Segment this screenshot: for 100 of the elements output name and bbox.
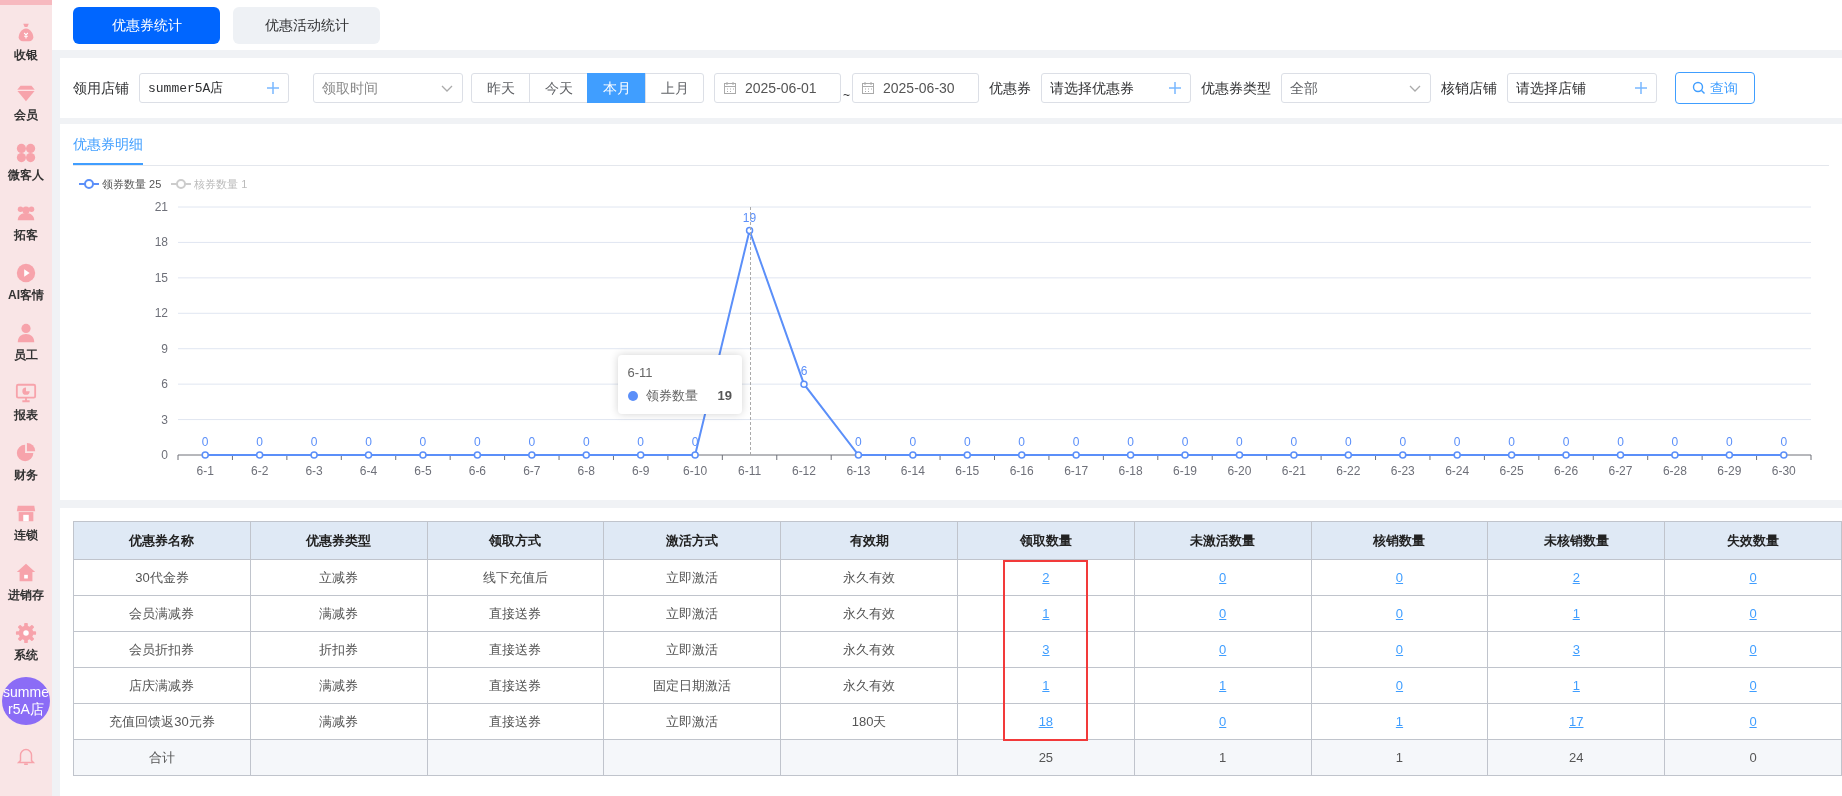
count-link[interactable]: 0: [1749, 641, 1757, 657]
sidebar-item-label[interactable]: 微客人: [8, 166, 44, 184]
picker-field[interactable]: summer5A店: [139, 73, 289, 103]
period-button[interactable]: 昨天: [471, 73, 530, 103]
count-link[interactable]: 1: [1042, 605, 1050, 621]
date-field[interactable]: 2025-06-01: [714, 73, 841, 103]
axis-label: 6-5: [414, 463, 432, 478]
table-cell: 固定日期激活: [603, 667, 781, 704]
picker-field[interactable]: 请选择店铺: [1507, 73, 1657, 103]
play-icon: [15, 262, 37, 284]
count-link[interactable]: 3: [1042, 641, 1050, 657]
axis-label: 6-7: [523, 463, 541, 478]
legend-marker-icon: [79, 178, 99, 191]
axis-label: 6-24: [1445, 463, 1470, 478]
table-cell: 直接送券: [427, 595, 604, 632]
plus-icon: [1634, 81, 1648, 95]
plus-icon: [1168, 81, 1182, 95]
data-point: [528, 450, 536, 459]
sidebar-item-label[interactable]: 报表: [14, 406, 38, 424]
sidebar-item-label[interactable]: 系统: [14, 646, 38, 664]
column-header: 优惠券名称: [73, 521, 251, 560]
count-link[interactable]: 0: [1219, 713, 1227, 729]
data-point: [1235, 450, 1244, 459]
total-label: 合计: [73, 739, 251, 776]
data-point: [963, 450, 972, 459]
axis-label: 6-11: [738, 463, 762, 478]
detail-tab[interactable]: 优惠券明细: [73, 124, 143, 165]
tab[interactable]: 优惠活动统计: [233, 6, 380, 44]
count-link[interactable]: 0: [1395, 569, 1404, 585]
count-link[interactable]: 1: [1395, 713, 1404, 729]
sidebar-item-label[interactable]: AI客情: [8, 286, 44, 304]
count-link[interactable]: 0: [1749, 677, 1757, 693]
count-link[interactable]: 0: [1395, 605, 1404, 621]
sidebar-item-label[interactable]: 收银: [14, 46, 38, 64]
count-link[interactable]: 1: [1572, 605, 1580, 621]
sidebar-item-label[interactable]: 会员: [14, 106, 38, 124]
tab[interactable]: 优惠券统计: [73, 6, 220, 44]
count-link[interactable]: 17: [1569, 713, 1584, 729]
count-link[interactable]: 0: [1395, 677, 1404, 693]
search-button[interactable]: 查询: [1675, 72, 1755, 104]
count-link[interactable]: 2: [1042, 569, 1050, 585]
legend-item[interactable]: 核券数量 1: [171, 176, 248, 193]
count-link[interactable]: 1: [1042, 677, 1050, 693]
sidebar-item-label[interactable]: 连锁: [14, 526, 38, 544]
search-icon: [1692, 81, 1706, 95]
axis-label: 6-14: [900, 463, 925, 478]
data-label: 0: [256, 434, 263, 449]
range-separator: ~: [843, 87, 850, 104]
dropdown-select[interactable]: 全部: [1281, 73, 1431, 103]
axis-label: 6-17: [1064, 463, 1089, 478]
data-point: [1507, 450, 1516, 459]
data-point: [201, 450, 209, 459]
total-cell: 25: [957, 739, 1135, 776]
table-cell: 充值回馈返30元券: [73, 703, 251, 740]
sidebar-item-label[interactable]: 拓客: [14, 226, 38, 244]
data-point: [364, 450, 373, 459]
person-icon: [15, 322, 37, 344]
sidebar-item-label[interactable]: 进销存: [8, 586, 44, 604]
count-link[interactable]: 0: [1219, 569, 1227, 585]
legend-item[interactable]: 领券数量 25: [79, 176, 162, 193]
count-link[interactable]: 1: [1572, 677, 1580, 693]
data-label: 0: [474, 434, 481, 449]
count-link[interactable]: 3: [1572, 641, 1580, 657]
axis-label: 6-9: [632, 463, 650, 478]
store-avatar[interactable]: summer5A店: [2, 677, 50, 725]
count-link[interactable]: 1: [1219, 677, 1227, 693]
count-link[interactable]: 0: [1749, 713, 1757, 729]
data-point: [1780, 450, 1788, 459]
dropdown-select[interactable]: 领取时间: [313, 73, 463, 103]
period-button[interactable]: 本月: [587, 73, 646, 103]
count-link[interactable]: 0: [1219, 605, 1227, 621]
count-link[interactable]: 2: [1572, 569, 1580, 585]
table-cell: 立即激活: [603, 595, 781, 632]
count-link[interactable]: 0: [1749, 569, 1757, 585]
data-point: [854, 450, 863, 459]
axis-label: 6-4: [359, 463, 378, 478]
table-cell: 满减券: [250, 667, 428, 704]
count-link[interactable]: 18: [1038, 713, 1054, 729]
data-point: [310, 450, 318, 459]
tooltip-value: 19: [717, 387, 732, 405]
axis-label: 6-28: [1662, 463, 1687, 478]
count-link[interactable]: 0: [1219, 641, 1227, 657]
count-link[interactable]: 0: [1749, 605, 1757, 621]
count-link[interactable]: 0: [1395, 641, 1404, 657]
period-button[interactable]: 今天: [529, 73, 588, 103]
column-header: 领取数量: [957, 521, 1135, 560]
data-label: 0: [582, 434, 590, 449]
clover-icon: [15, 142, 37, 164]
sidebar-item-label[interactable]: 员工: [14, 346, 38, 364]
picker-field[interactable]: 请选择优惠券: [1041, 73, 1191, 103]
table-cell: 折扣券: [250, 631, 428, 668]
date-field[interactable]: 2025-06-30: [852, 73, 979, 103]
axis-label: 6-2: [251, 463, 269, 478]
period-button[interactable]: 上月: [645, 73, 704, 103]
axis-label: 15: [154, 270, 168, 285]
table-cell: 立即激活: [603, 703, 781, 740]
axis-label: 9: [161, 341, 168, 356]
sidebar-item-label[interactable]: 财务: [14, 466, 38, 484]
filter-label: 优惠券类型: [1201, 78, 1271, 98]
data-point: [1562, 450, 1570, 459]
